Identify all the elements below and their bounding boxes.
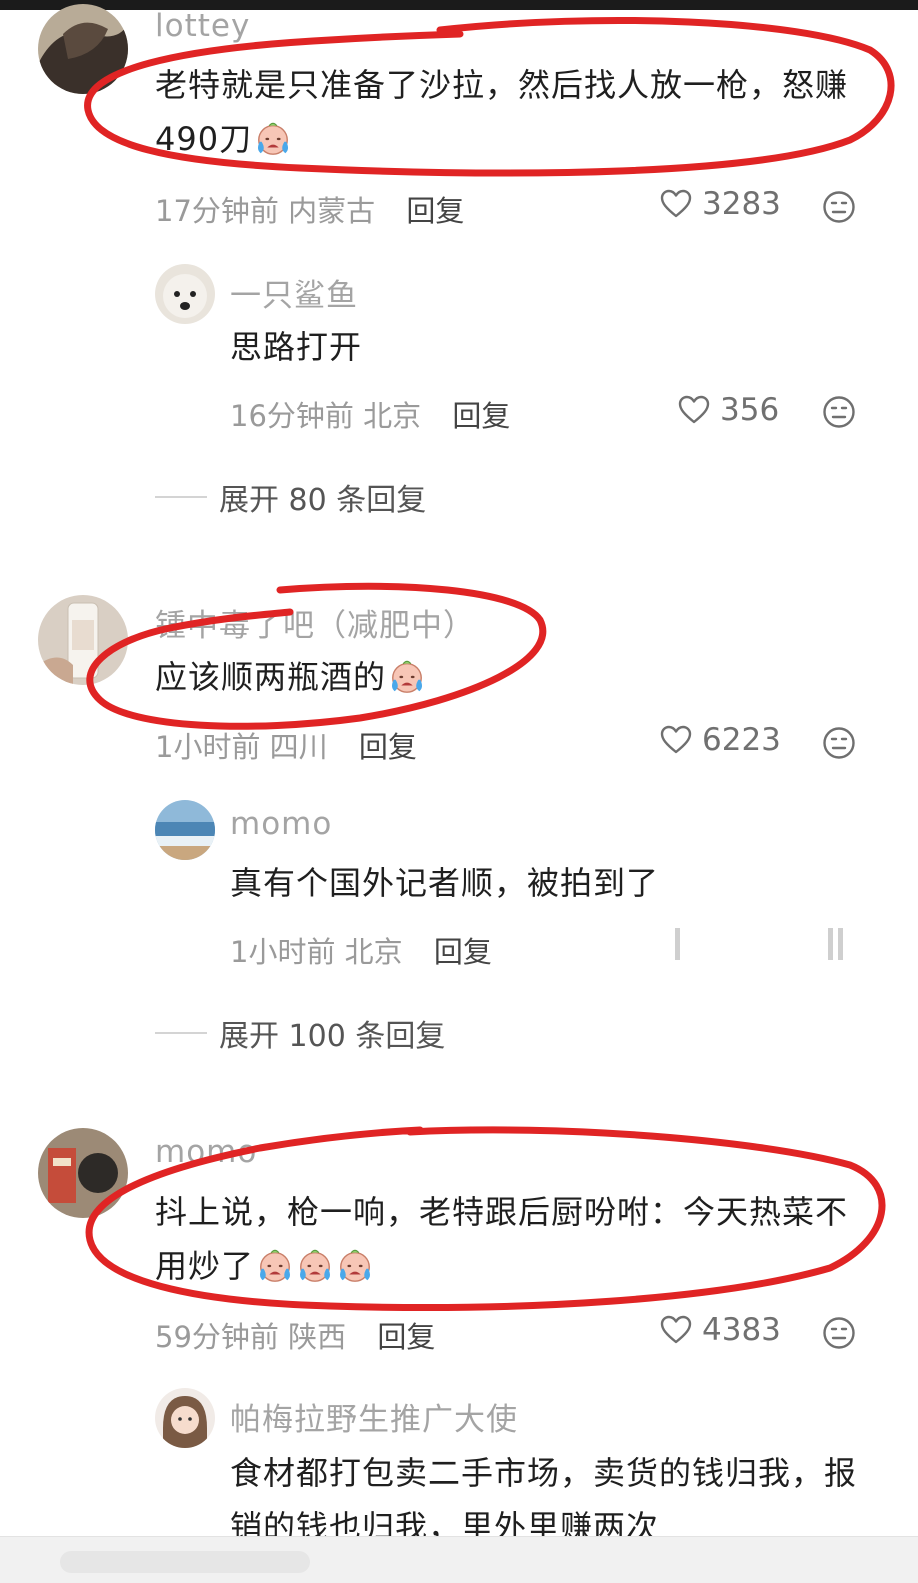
reply-meta: 1小时前 北京 回复: [230, 929, 492, 971]
expand-replies-label: 展开 80 条回复: [219, 483, 427, 518]
comment-text: 应该顺两瓶酒的: [155, 650, 855, 704]
reply-username[interactable]: 一只鲨鱼: [230, 270, 358, 315]
comment-time: 59分钟前: [155, 1320, 279, 1354]
comment-location: 内蒙古: [288, 194, 376, 228]
comment-location: 陕西: [288, 1320, 347, 1354]
crying-emoji-icon: [388, 657, 426, 695]
like-button[interactable]: 6223: [660, 722, 781, 758]
crying-emoji-icon: [254, 119, 292, 157]
reply-location: 北京: [363, 399, 422, 433]
comment-meta: 17分钟前 内蒙古 回复: [155, 188, 464, 230]
like-button[interactable]: 4383: [660, 1312, 781, 1348]
bottom-input-bar: [0, 1536, 918, 1583]
like-count: 356: [720, 392, 780, 428]
comment-time: 17分钟前: [155, 194, 279, 228]
comment-text: 抖上说，枪一响，老特跟后厨吩咐：今天热菜不用炒了: [155, 1185, 867, 1293]
comment-body: 应该顺两瓶酒的: [155, 658, 387, 696]
avatar[interactable]: [155, 264, 215, 324]
avatar[interactable]: [38, 595, 128, 685]
reply-username[interactable]: 帕梅拉野生推广大使: [230, 1394, 518, 1439]
avatar[interactable]: [155, 1388, 215, 1448]
like-count: 4383: [702, 1312, 781, 1348]
comment-input-placeholder[interactable]: [60, 1551, 310, 1573]
dislike-face-icon[interactable]: [822, 395, 856, 429]
divider-line: [155, 1032, 207, 1034]
comment-username[interactable]: lottey: [155, 8, 250, 44]
heart-icon: [675, 928, 680, 960]
crying-emoji-icon: [336, 1246, 374, 1284]
avatar[interactable]: [38, 4, 128, 94]
like-count: 6223: [702, 722, 781, 758]
dislike-button-obscured[interactable]: [826, 926, 848, 962]
reply-button[interactable]: 回复: [359, 730, 417, 764]
comment-meta: 1小时前 四川 回复: [155, 724, 417, 766]
reply-time: 16分钟前: [230, 399, 354, 433]
reply-meta: 16分钟前 北京 回复: [230, 393, 510, 435]
reply-button[interactable]: 回复: [452, 399, 510, 433]
expand-replies[interactable]: 展开 100 条回复: [155, 1011, 445, 1055]
heart-icon: [660, 1315, 692, 1345]
avatar[interactable]: [155, 800, 215, 860]
divider-line: [155, 496, 207, 498]
comment-username[interactable]: 锺中毒了吧（减肥中）: [155, 600, 475, 645]
avatar[interactable]: [38, 1128, 128, 1218]
crying-emoji-icon: [296, 1246, 334, 1284]
heart-icon: [678, 395, 710, 425]
reply-time: 1小时前: [230, 935, 336, 969]
crying-emoji-icon: [256, 1246, 294, 1284]
comment-location: 四川: [269, 730, 328, 764]
top-status-bar: [0, 0, 918, 10]
reply-text: 真有个国外记者顺，被拍到了: [230, 864, 660, 902]
dislike-face-icon[interactable]: [822, 726, 856, 760]
comment-username[interactable]: momo: [155, 1134, 257, 1170]
like-button-obscured[interactable]: [672, 926, 684, 962]
heart-icon: [660, 725, 692, 755]
like-button[interactable]: 3283: [660, 186, 781, 222]
reply-username[interactable]: momo: [230, 806, 332, 842]
comment-text: 老特就是只准备了沙拉，然后找人放一枪，怒赚490刀: [155, 58, 865, 166]
reply-text: 思路打开: [230, 328, 363, 366]
reply-button[interactable]: 回复: [377, 1320, 435, 1354]
like-count: 3283: [702, 186, 781, 222]
reply-location: 北京: [344, 935, 403, 969]
dislike-face-icon[interactable]: [822, 190, 856, 224]
expand-replies-label: 展开 100 条回复: [219, 1019, 446, 1054]
like-button[interactable]: 356: [678, 392, 779, 428]
comment-time: 1小时前: [155, 730, 261, 764]
dislike-face-icon[interactable]: [822, 1316, 856, 1350]
reply-button[interactable]: 回复: [406, 194, 464, 228]
heart-icon: [660, 189, 692, 219]
comment-meta: 59分钟前 陕西 回复: [155, 1314, 435, 1356]
dislike-face-icon: [828, 928, 843, 960]
reply-button[interactable]: 回复: [434, 935, 492, 969]
expand-replies[interactable]: 展开 80 条回复: [155, 475, 426, 519]
